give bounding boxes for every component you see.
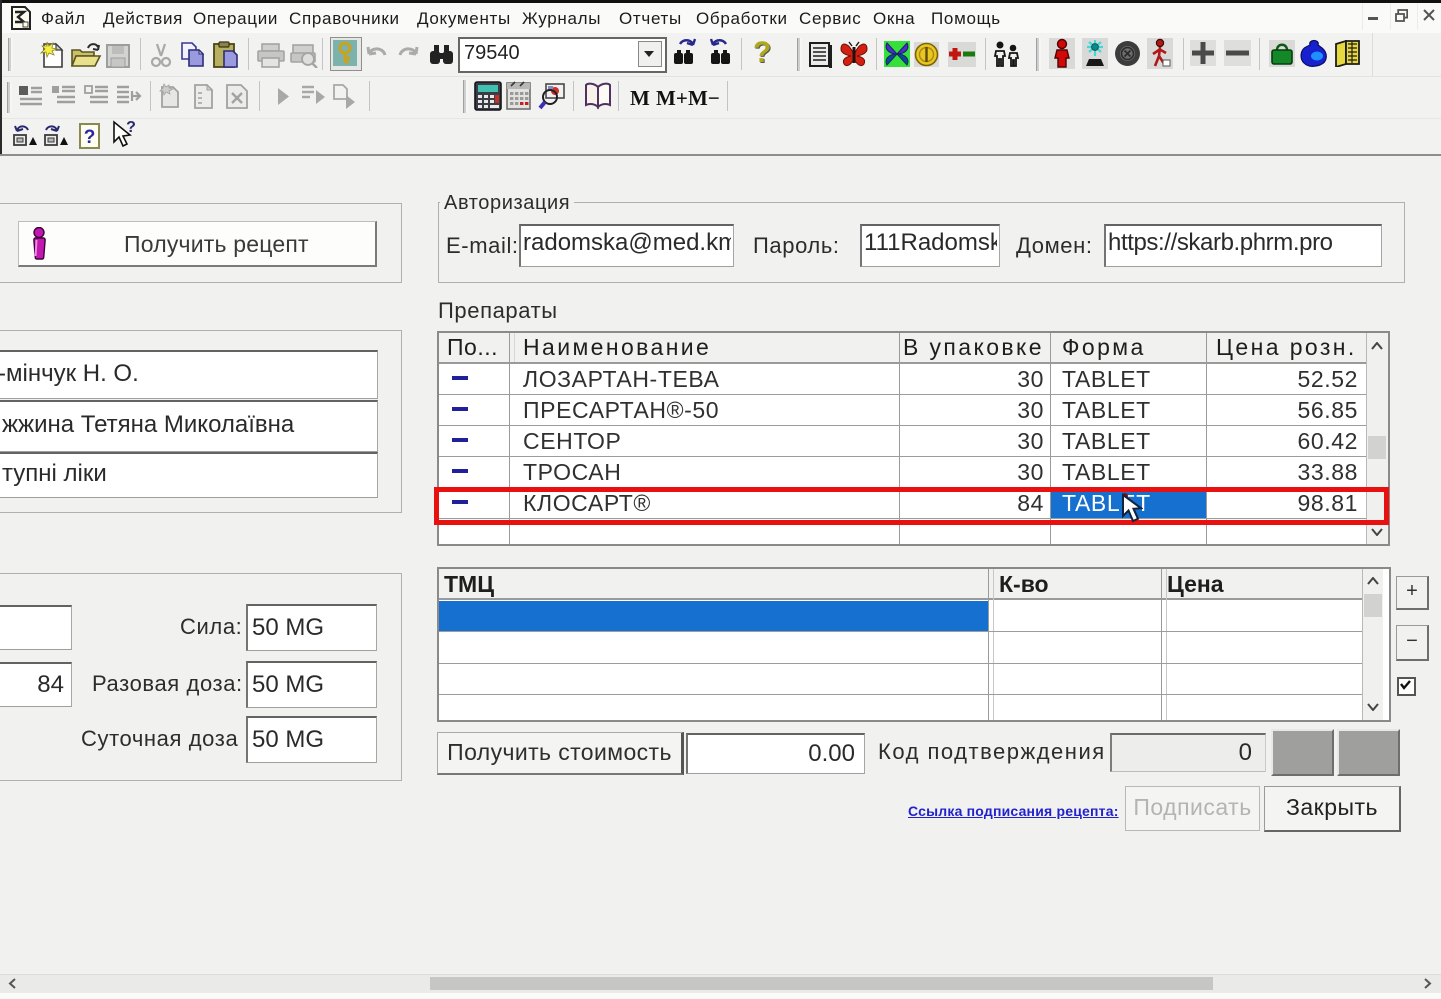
svg-text:?: ? — [84, 127, 96, 148]
svg-text:?: ? — [126, 120, 136, 136]
